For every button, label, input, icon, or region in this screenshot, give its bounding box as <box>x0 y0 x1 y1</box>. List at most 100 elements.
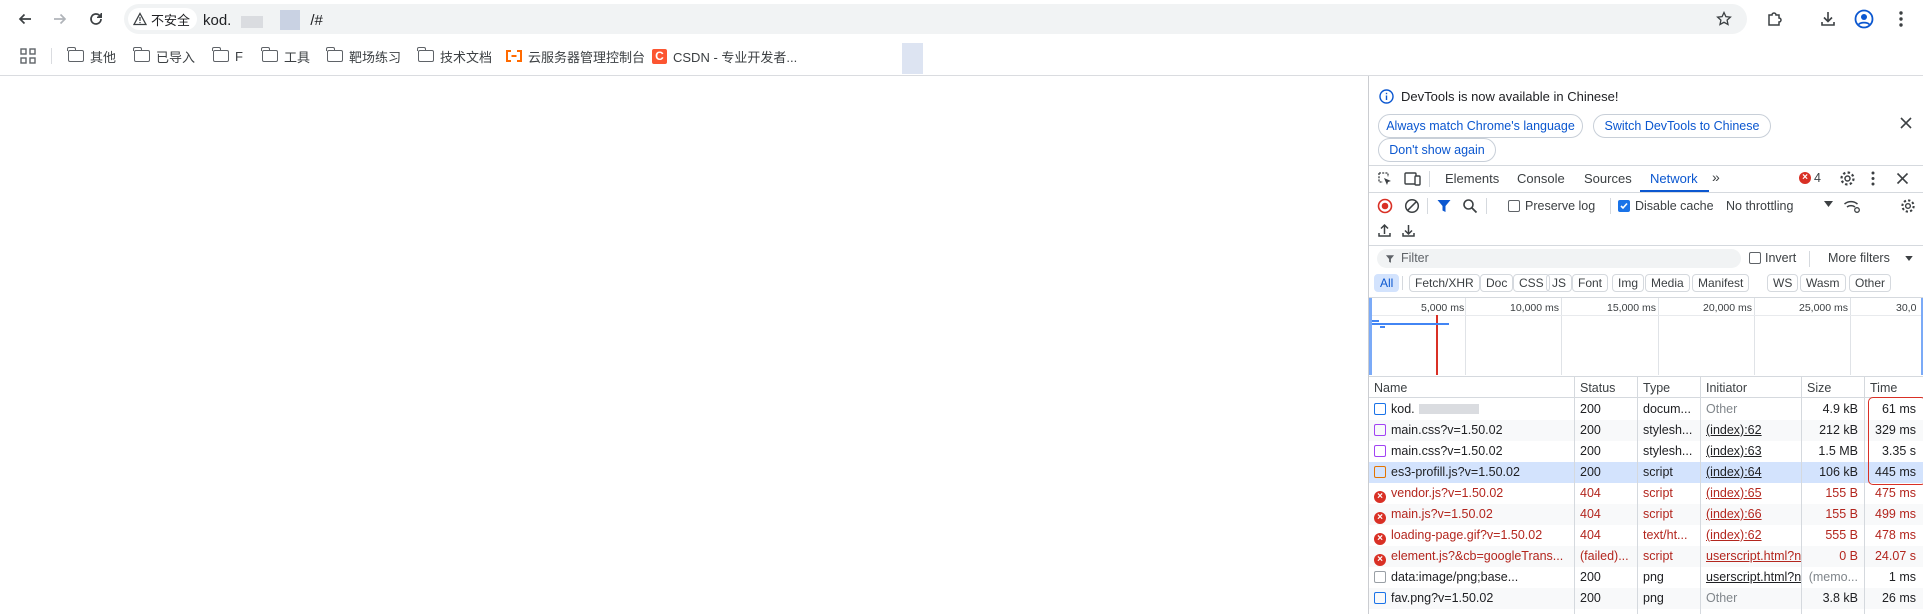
tab-console[interactable]: Console <box>1517 171 1565 186</box>
css-file-icon <box>1374 445 1386 457</box>
bookmark-aliyun[interactable]: 云服务器管理控制台 <box>506 47 645 65</box>
filter-wasm[interactable]: Wasm <box>1800 274 1846 292</box>
table-row[interactable]: × element.js?&cb=googleTrans... (failed)..… <box>1369 546 1923 567</box>
security-chip-label: 不安全 <box>151 12 191 28</box>
throttling-select[interactable]: No throttling <box>1726 199 1793 213</box>
filter-js[interactable]: JS <box>1546 274 1573 292</box>
more-filters-button[interactable]: More filters <box>1828 251 1890 265</box>
device-toolbar-button[interactable] <box>1404 171 1422 187</box>
column-header-time[interactable]: Time <box>1865 377 1923 399</box>
timeline-handle-left[interactable] <box>1369 298 1372 375</box>
table-row[interactable]: main.css?v=1.50.02 200 stylesh... (index):6… <box>1369 441 1923 462</box>
cell-initiator[interactable]: (index):63 <box>1701 441 1801 462</box>
error-counter[interactable]: × 4 <box>1799 171 1821 185</box>
cell-name: × vendor.js?v=1.50.02 <box>1369 483 1574 504</box>
language-banner: DevTools is now available in Chinese! Al… <box>1369 76 1923 162</box>
cell-initiator[interactable]: userscript.html?n <box>1701 546 1801 567</box>
profile-button[interactable] <box>1854 9 1874 29</box>
filter-media[interactable]: Media <box>1645 274 1690 292</box>
filter-font[interactable]: Font <box>1572 274 1609 292</box>
back-button[interactable] <box>12 6 38 32</box>
bookmark-folder-docs[interactable]: 技术文档 <box>417 47 492 65</box>
network-toolbar: Preserve log Disable cache No throttling <box>1369 193 1923 219</box>
filter-css[interactable]: CSS <box>1513 274 1550 292</box>
network-conditions-button[interactable] <box>1843 198 1861 214</box>
bookmark-csdn[interactable]: C CSDN - 专业开发者... <box>652 47 797 65</box>
bookmark-folder-tools[interactable]: 工具 <box>261 47 310 65</box>
table-row[interactable]: main.css?v=1.50.02 200 stylesh... (index):6… <box>1369 420 1923 441</box>
type-filter-bar: All Fetch/XHR Doc CSS JS Font Img Media … <box>1369 274 1923 294</box>
table-row[interactable]: × vendor.js?v=1.50.02 404 script (index):65 1… <box>1369 483 1923 504</box>
more-tabs-button[interactable]: » <box>1712 169 1720 185</box>
filter-other[interactable]: Other <box>1849 274 1892 292</box>
column-header-size[interactable]: Size <box>1802 377 1864 399</box>
dont-show-again-button[interactable]: Don't show again <box>1378 138 1496 162</box>
match-language-button[interactable]: Always match Chrome's language <box>1378 114 1583 138</box>
table-row[interactable]: kod. 200 docum... Other 4.9 kB 61 ms <box>1369 399 1923 420</box>
stop-recording-button[interactable] <box>1377 198 1393 214</box>
filter-img[interactable]: Img <box>1612 274 1645 292</box>
filter-input[interactable]: Filter <box>1377 249 1741 268</box>
bookmark-folder-imported[interactable]: 已导入 <box>133 47 195 65</box>
extensions-button[interactable] <box>1766 10 1784 28</box>
reload-button[interactable] <box>83 6 109 32</box>
devtools-settings-button[interactable] <box>1839 170 1856 187</box>
table-row[interactable]: fav.png?v=1.50.02 200 png Other 3.8 kB 26 ms <box>1369 588 1923 609</box>
timeline-label: 5,000 ms <box>1421 302 1465 314</box>
column-header-initiator[interactable]: Initiator <box>1701 377 1801 399</box>
filter-manifest[interactable]: Manifest <box>1692 274 1750 292</box>
downloads-button[interactable] <box>1819 10 1837 28</box>
import-har-button[interactable] <box>1377 223 1392 238</box>
network-settings-button[interactable] <box>1900 198 1916 214</box>
search-button[interactable] <box>1462 198 1478 214</box>
inspect-element-button[interactable] <box>1377 171 1393 187</box>
column-header-status[interactable]: Status <box>1575 377 1637 399</box>
cell-initiator[interactable]: (index):64 <box>1701 462 1801 483</box>
apps-grid-icon <box>20 48 36 64</box>
filter-fetch-xhr[interactable]: Fetch/XHR <box>1409 274 1480 292</box>
address-bar[interactable]: 不安全 kod. /# <box>124 4 1747 34</box>
security-chip[interactable]: 不安全 <box>128 8 198 30</box>
cell-status: 200 <box>1580 465 1601 479</box>
cell-status: 200 <box>1580 570 1601 584</box>
filter-all[interactable]: All <box>1374 274 1400 292</box>
cell-name: kod. <box>1369 399 1574 420</box>
column-header-type[interactable]: Type <box>1638 377 1700 399</box>
close-banner-button[interactable] <box>1899 116 1913 130</box>
column-header-name[interactable]: Name <box>1369 377 1574 399</box>
overview-timeline[interactable]: 5,000 ms 10,000 ms 15,000 ms 20,000 ms 2… <box>1369 298 1923 375</box>
filter-doc[interactable]: Doc <box>1480 274 1514 292</box>
bookmark-folder-range[interactable]: 靶场练习 <box>326 47 401 65</box>
tab-elements[interactable]: Elements <box>1445 171 1499 186</box>
invert-checkbox[interactable] <box>1749 252 1761 264</box>
forward-button[interactable] <box>47 6 73 32</box>
preserve-log-checkbox[interactable] <box>1508 200 1520 212</box>
clear-button[interactable] <box>1404 198 1420 214</box>
clear-icon <box>1404 198 1420 214</box>
filter-toggle-button[interactable] <box>1436 198 1452 214</box>
bookmark-star-button[interactable] <box>1716 11 1732 27</box>
bookmark-folder-f[interactable]: F <box>212 47 243 65</box>
switch-to-chinese-button[interactable]: Switch DevTools to Chinese <box>1593 114 1771 138</box>
table-row[interactable]: data:image/png;base... 200 png userscript.h… <box>1369 567 1923 588</box>
cell-initiator[interactable]: (index):66 <box>1701 504 1801 525</box>
tab-network[interactable]: Network <box>1650 171 1698 186</box>
filter-ws[interactable]: WS <box>1767 274 1799 292</box>
export-har-button[interactable] <box>1401 223 1416 238</box>
cell-initiator[interactable]: (index):62 <box>1701 525 1801 546</box>
tab-sources[interactable]: Sources <box>1584 171 1632 186</box>
apps-button[interactable] <box>20 48 36 64</box>
bookmark-folder-qita[interactable]: 其他 <box>67 47 116 65</box>
table-row[interactable]: × loading-page.gif?v=1.50.02 404 text/ht...… <box>1369 525 1923 546</box>
cell-initiator[interactable]: (index):65 <box>1701 483 1801 504</box>
disable-cache-checkbox[interactable] <box>1618 200 1630 212</box>
close-devtools-button[interactable] <box>1896 172 1909 185</box>
table-row[interactable]: × main.js?v=1.50.02 404 script (index):66 155… <box>1369 504 1923 525</box>
csdn-icon: C <box>652 48 667 64</box>
cell-initiator[interactable]: userscript.html?n <box>1701 567 1801 588</box>
chrome-menu-button[interactable] <box>1893 9 1909 29</box>
table-row[interactable]: es3-profill.js?v=1.50.02 200 script (index)… <box>1369 462 1923 483</box>
cell-initiator[interactable]: (index):62 <box>1701 420 1801 441</box>
cell-type: docum... <box>1643 402 1691 416</box>
devtools-menu-button[interactable] <box>1870 170 1876 187</box>
